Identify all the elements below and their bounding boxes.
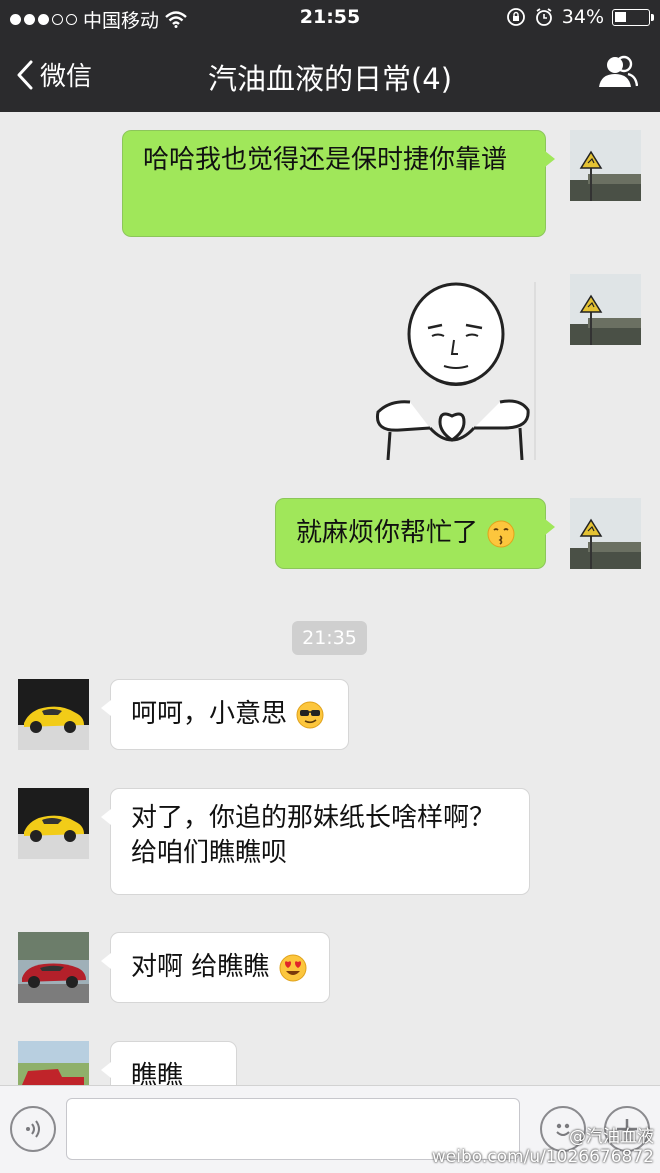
- heart-eyes-face-icon: [279, 954, 307, 981]
- my-avatar[interactable]: [570, 130, 641, 201]
- group-members-button[interactable]: [598, 54, 639, 94]
- message-text: 就麻烦你帮忙了: [296, 518, 479, 548]
- voice-icon: [26, 1120, 40, 1138]
- sticker-heart-meme[interactable]: [370, 282, 536, 461]
- status-right: 34%: [506, 6, 654, 28]
- status-bar: 中国移动 21:55 34%: [0, 0, 660, 36]
- friend-avatar-porsche[interactable]: [18, 679, 89, 750]
- friend-avatar-porsche[interactable]: [18, 788, 89, 859]
- friend-avatar-truck[interactable]: [18, 1041, 89, 1085]
- watermark-handle: @汽油血液: [569, 1127, 654, 1147]
- battery-icon: [612, 8, 654, 26]
- alarm-icon: [535, 8, 552, 26]
- kissing-face-icon: [487, 520, 515, 547]
- message-bubble-incoming[interactable]: 呵呵，小意思: [101, 679, 349, 750]
- message-bubble-incoming[interactable]: 对啊 给瞧瞧: [101, 932, 330, 1003]
- message-bubble-outgoing[interactable]: 就麻烦你帮忙了: [275, 498, 555, 569]
- message-bubble-incoming[interactable]: 对了，你追的那妹纸长啥样啊？给咱们瞧瞧呗: [101, 788, 530, 895]
- lock-rotation-icon: [506, 8, 525, 26]
- message-bubble-incoming[interactable]: 瞧瞧: [101, 1041, 237, 1085]
- input-bar: @汽油血液 weibo.com/u/1026676872: [0, 1085, 660, 1173]
- timestamp-divider: 21:35: [292, 621, 367, 655]
- my-avatar[interactable]: [570, 498, 641, 569]
- chat-title: 汽油血液的日常(4): [207, 62, 453, 96]
- group-members-icon: [599, 55, 639, 87]
- nav-bar: 微信 汽油血液的日常(4): [0, 36, 660, 112]
- battery-percent: 34%: [561, 6, 604, 28]
- message-bubble-outgoing[interactable]: 哈哈我也觉得还是保时捷你靠谱: [122, 130, 555, 237]
- message-text: 瞧瞧: [131, 1061, 184, 1085]
- message-text: 哈哈我也觉得还是保时捷你靠谱: [143, 145, 508, 175]
- friend-avatar-tesla[interactable]: [18, 932, 89, 1003]
- message-text: 呵呵，小意思: [131, 699, 288, 729]
- watermark-url: weibo.com/u/1026676872: [431, 1147, 654, 1167]
- weibo-watermark: @汽油血液 weibo.com/u/1026676872: [432, 1127, 654, 1167]
- message-list[interactable]: 哈哈我也觉得还是保时捷你靠谱 就麻烦你帮忙了 21:35 呵呵，小意思 对了，你…: [0, 112, 660, 1085]
- message-text: 对啊 给瞧瞧: [131, 952, 270, 982]
- battery-fill: [615, 11, 626, 22]
- sunglasses-face-icon: [296, 701, 324, 728]
- my-avatar[interactable]: [570, 274, 641, 345]
- message-text: 对了，你追的那妹纸长啥样啊？给咱们瞧瞧呗: [131, 803, 496, 868]
- voice-button[interactable]: [10, 1106, 56, 1152]
